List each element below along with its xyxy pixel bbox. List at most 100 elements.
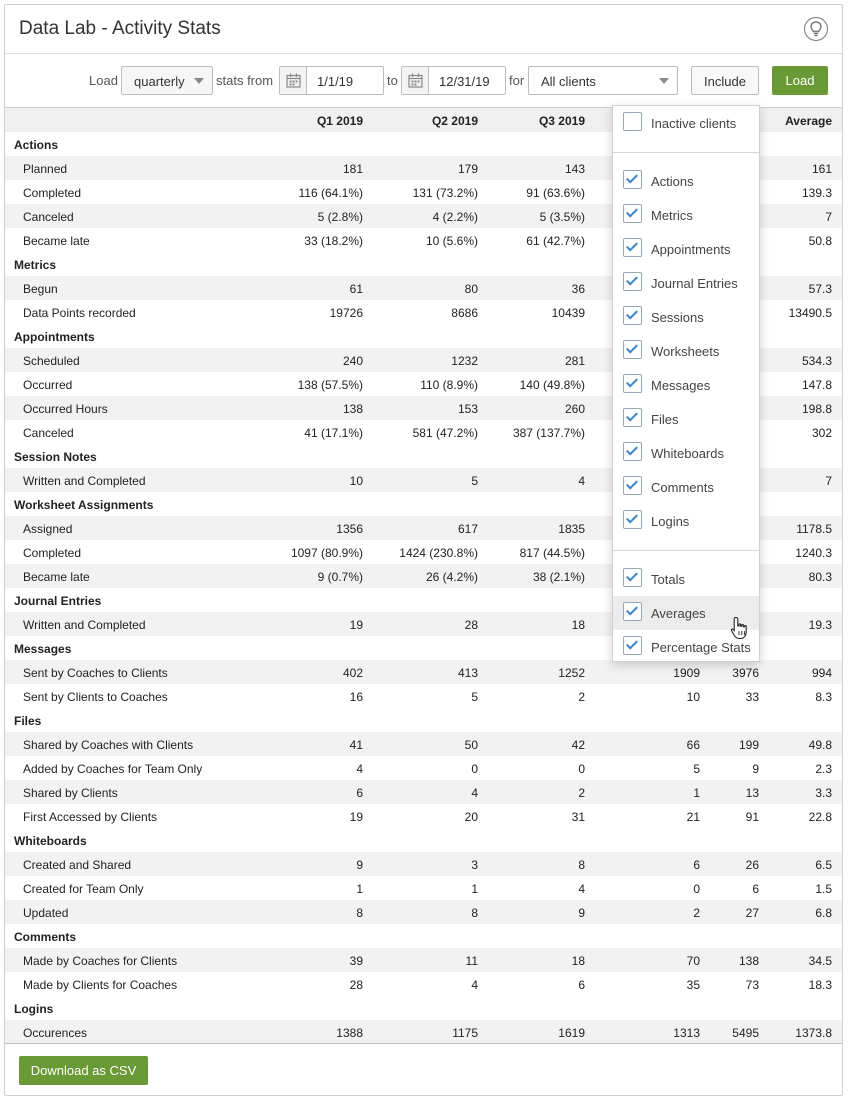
table-cell: 36 bbox=[571, 282, 585, 296]
table-row: Sent by Clients to Coaches 16 5 2 10 33 8.3 bbox=[5, 684, 842, 708]
table-cell: 1232 bbox=[451, 354, 478, 368]
table-cell: 817 (44.5%) bbox=[519, 546, 585, 560]
toolbar: Load quarterly stats from 1/1/19 to 12/3… bbox=[5, 54, 842, 106]
checked-checkbox[interactable] bbox=[623, 476, 642, 495]
chevron-down-icon bbox=[659, 78, 669, 84]
table-cell: 41 (17.1%) bbox=[304, 426, 363, 440]
table-cell: 38 (2.1%) bbox=[532, 570, 585, 584]
menu-item-files[interactable]: Files bbox=[613, 402, 759, 436]
menu-item-messages[interactable]: Messages bbox=[613, 368, 759, 402]
table-cell: 6 bbox=[693, 858, 700, 872]
table-cell: 1.5 bbox=[815, 882, 832, 896]
section-label: Appointments bbox=[14, 330, 95, 344]
from-date-field[interactable]: 1/1/19 bbox=[279, 66, 384, 95]
menu-item-totals[interactable]: Totals bbox=[613, 562, 759, 596]
table-cell: 73 bbox=[745, 978, 759, 992]
checkmark-icon bbox=[625, 341, 639, 354]
menu-item-label: Worksheets bbox=[651, 344, 720, 359]
checked-checkbox[interactable] bbox=[623, 374, 642, 393]
menu-item-label: Actions bbox=[651, 174, 694, 189]
menu-item-appointments[interactable]: Appointments bbox=[613, 232, 759, 266]
clients-select[interactable]: All clients bbox=[528, 66, 678, 95]
menu-item-worksheets[interactable]: Worksheets bbox=[613, 334, 759, 368]
table-cell: 179 bbox=[457, 162, 478, 176]
menu-item-metrics[interactable]: Metrics bbox=[613, 198, 759, 232]
table-cell: 3 bbox=[471, 858, 478, 872]
table-cell: 1178.5 bbox=[796, 522, 832, 536]
column-header: Average bbox=[785, 114, 832, 128]
table-cell: 240 bbox=[342, 354, 363, 368]
table-cell: 31 bbox=[571, 810, 585, 824]
table-cell: 34.5 bbox=[808, 954, 832, 968]
table-cell: 91 (63.6%) bbox=[526, 186, 585, 200]
checked-checkbox[interactable] bbox=[623, 636, 642, 655]
table-cell: 181 bbox=[342, 162, 363, 176]
row-label: Written and Completed bbox=[23, 474, 146, 488]
checked-checkbox[interactable] bbox=[623, 306, 642, 325]
table-cell: 8686 bbox=[451, 306, 478, 320]
table-cell: 16 bbox=[349, 690, 363, 704]
checked-checkbox[interactable] bbox=[623, 238, 642, 257]
checkmark-icon bbox=[625, 171, 639, 184]
table-cell: 26 (4.2%) bbox=[425, 570, 478, 584]
checked-checkbox[interactable] bbox=[623, 340, 642, 359]
table-cell: 1175 bbox=[452, 1026, 478, 1040]
checkbox[interactable] bbox=[623, 112, 642, 131]
section-label: Messages bbox=[14, 642, 72, 656]
row-label: Sent by Clients to Coaches bbox=[23, 690, 168, 704]
row-label: Assigned bbox=[23, 522, 73, 536]
table-cell: 3.3 bbox=[815, 786, 832, 800]
table-cell: 1313 bbox=[673, 1026, 700, 1040]
menu-item-whiteboards[interactable]: Whiteboards bbox=[613, 436, 759, 470]
include-dropdown-menu: Inactive clients Actions Metrics Appointmen… bbox=[612, 105, 760, 662]
menu-item-inactive-clients[interactable]: Inactive clients bbox=[613, 106, 759, 140]
column-header: Q2 2019 bbox=[431, 114, 478, 128]
table-cell: 6.5 bbox=[815, 858, 832, 872]
table-cell: 66 bbox=[686, 738, 700, 752]
table-cell: 2 bbox=[578, 786, 585, 800]
checked-checkbox[interactable] bbox=[623, 442, 642, 461]
table-cell: 5 (3.5%) bbox=[539, 210, 585, 224]
menu-item-actions[interactable]: Actions bbox=[613, 164, 759, 198]
download-csv-button[interactable]: Download as CSV bbox=[19, 1056, 148, 1085]
table-cell: 4 (2.2%) bbox=[432, 210, 478, 224]
lightbulb-icon[interactable] bbox=[804, 17, 828, 41]
checked-checkbox[interactable] bbox=[623, 170, 642, 189]
row-label: Occurences bbox=[23, 1026, 88, 1040]
table-cell: 6 bbox=[356, 786, 363, 800]
menu-item-journal-entries[interactable]: Journal Entries bbox=[613, 266, 759, 300]
table-cell: 18.3 bbox=[808, 978, 832, 992]
table-cell: 161 bbox=[811, 162, 832, 176]
checked-checkbox[interactable] bbox=[623, 568, 642, 587]
checked-checkbox[interactable] bbox=[623, 510, 642, 529]
section-label: Files bbox=[14, 714, 42, 728]
period-select[interactable]: quarterly bbox=[121, 66, 213, 95]
to-date-field[interactable]: 12/31/19 bbox=[401, 66, 506, 95]
table-cell: 9 bbox=[752, 762, 759, 776]
load-button[interactable]: Load bbox=[772, 66, 828, 95]
table-cell: 534.3 bbox=[801, 354, 832, 368]
checked-checkbox[interactable] bbox=[623, 602, 642, 621]
checked-checkbox[interactable] bbox=[623, 408, 642, 427]
column-header: Q1 2019 bbox=[316, 114, 363, 128]
table-row: Added by Coaches for Team Only 4 0 0 5 9 2.3 bbox=[5, 756, 842, 780]
table-cell: 1909 bbox=[673, 666, 700, 680]
calendar-icon[interactable] bbox=[402, 67, 429, 94]
checked-checkbox[interactable] bbox=[623, 272, 642, 291]
checked-checkbox[interactable] bbox=[623, 204, 642, 223]
table-cell: 1619 bbox=[558, 1026, 585, 1040]
table-cell: 413 bbox=[457, 666, 478, 680]
menu-item-sessions[interactable]: Sessions bbox=[613, 300, 759, 334]
section-label: Logins bbox=[14, 1002, 54, 1016]
menu-item-comments[interactable]: Comments bbox=[613, 470, 759, 504]
section-header-row: Files bbox=[5, 708, 842, 732]
menu-item-logins[interactable]: Logins bbox=[613, 504, 759, 538]
include-button[interactable]: Include bbox=[691, 66, 759, 95]
menu-item-label: Sessions bbox=[651, 310, 704, 325]
calendar-icon[interactable] bbox=[280, 67, 307, 94]
table-row: Shared by Coaches with Clients 41 50 42 66 19… bbox=[5, 732, 842, 756]
checkmark-icon bbox=[625, 637, 639, 650]
row-label: Sent by Coaches to Clients bbox=[23, 666, 168, 680]
row-label: Updated bbox=[23, 906, 69, 920]
table-cell: 402 bbox=[342, 666, 363, 680]
